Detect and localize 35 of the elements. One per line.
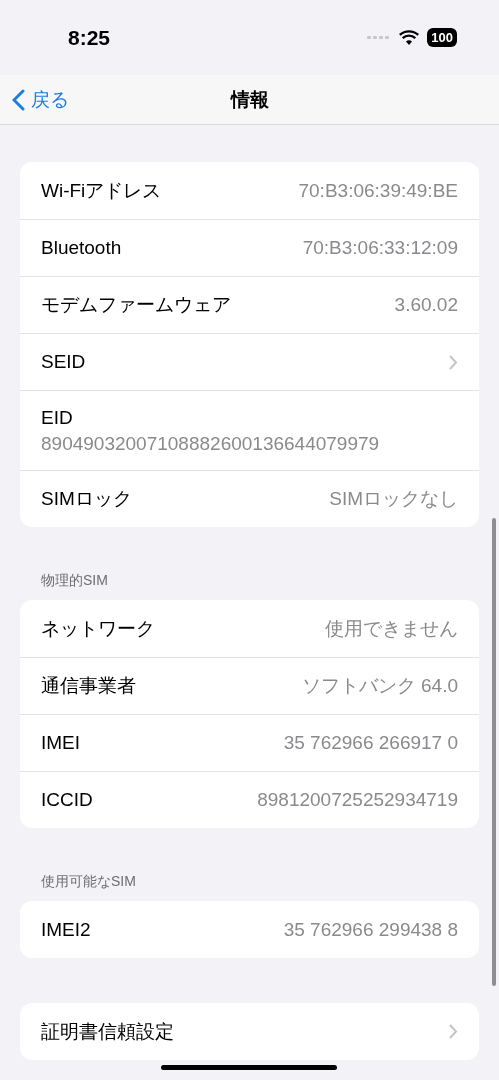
- chevron-icon: [449, 354, 458, 370]
- back-button[interactable]: 戻る: [0, 86, 69, 113]
- row-value: 8981200725252934719: [257, 789, 458, 811]
- chevron-left-icon: [12, 88, 25, 111]
- row-value: 70:B3:06:33:12:09: [302, 237, 458, 259]
- row-label: SIMロック: [41, 487, 132, 511]
- row-label: モデムファームウェア: [41, 293, 231, 317]
- row-value: ソフトバンク 64.0: [301, 674, 458, 698]
- battery-level: 100: [427, 28, 457, 47]
- settings-row[interactable]: 証明書信頼設定: [20, 1003, 479, 1060]
- row-value: 35 762966 299438 8: [283, 918, 458, 941]
- row-label: EID: [41, 406, 74, 429]
- status-time: 8:25: [68, 25, 111, 50]
- section-header: 物理的SIM: [40, 572, 109, 590]
- row-label: IMEI2: [41, 918, 91, 941]
- nav-title: 情報: [230, 87, 269, 112]
- row-label: ICCID: [41, 789, 93, 811]
- row-value: 35 762966 266917 0: [283, 732, 458, 754]
- row-label: Bluetooth: [41, 237, 122, 259]
- row-label: IMEI: [41, 732, 81, 754]
- signal-icon: [367, 35, 392, 40]
- row-label: SEID: [41, 351, 86, 373]
- row-value: 使用できません: [325, 616, 458, 641]
- chevron-icon: [449, 1024, 458, 1039]
- row-label: 通信事業者: [41, 674, 136, 698]
- row-value: 70:B3:06:39:49:BE: [298, 179, 458, 202]
- wifi-icon: [399, 30, 420, 45]
- row-label: ネットワーク: [41, 616, 155, 641]
- row-value: SIMロックなし: [329, 487, 458, 511]
- section-header: 使用可能なSIM: [40, 873, 137, 891]
- row-value: 89049032007108882600136644079979: [41, 432, 381, 455]
- row-label: 証明書信頼設定: [41, 1019, 174, 1044]
- settings-row[interactable]: SEID: [20, 333, 479, 390]
- row-label: Wi-Fiアドレス: [41, 178, 162, 203]
- row-value: 3.60.02: [394, 294, 458, 316]
